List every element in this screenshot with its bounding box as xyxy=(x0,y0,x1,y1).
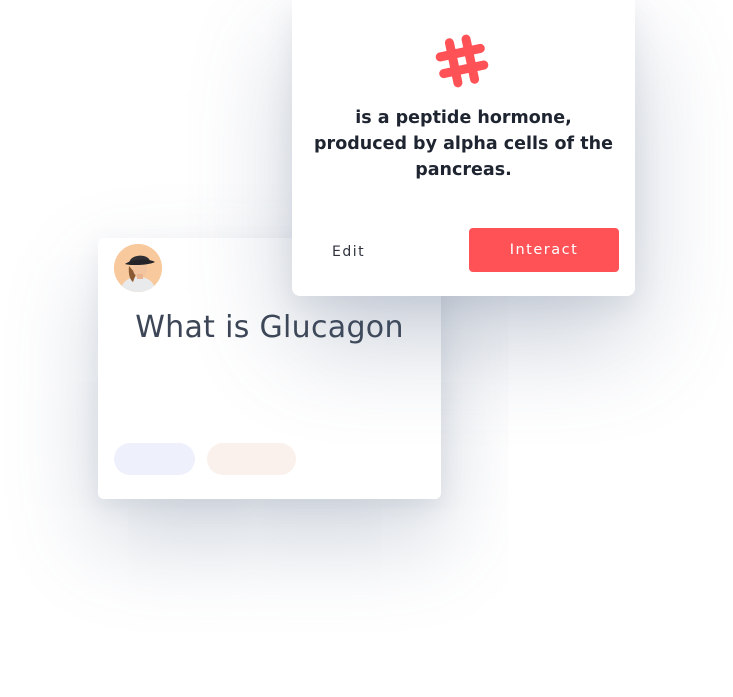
answer-text: is a peptide hormone, produced by alpha … xyxy=(314,108,613,180)
edit-button[interactable]: Edit xyxy=(320,238,377,266)
tag-pill-blue[interactable] xyxy=(114,443,195,475)
user-avatar xyxy=(114,244,162,292)
question-text: What is Glucagon xyxy=(135,310,404,345)
hashtag-icon xyxy=(432,32,492,90)
avatar-icon xyxy=(114,244,162,292)
answer-card: is a peptide hormone, produced by alpha … xyxy=(292,0,635,296)
tag-pill-peach[interactable] xyxy=(207,443,296,475)
interact-button[interactable]: Interact xyxy=(469,228,619,272)
